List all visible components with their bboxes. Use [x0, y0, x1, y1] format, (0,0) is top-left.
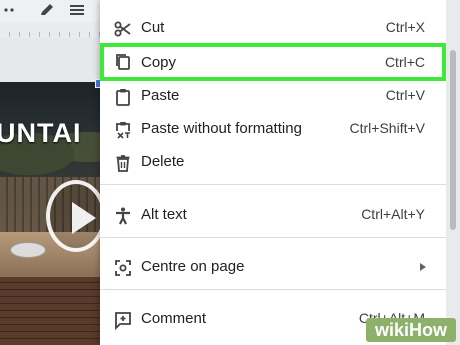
menu-item-cut[interactable]: Cut Ctrl+X [100, 13, 446, 45]
menu-item-label: Copy [141, 54, 177, 71]
context-menu: Cut Ctrl+X Copy Ctrl+C Paste Ctrl+V Past… [100, 0, 446, 345]
menu-item-label: Paste without formatting [141, 120, 302, 137]
menu-divider [100, 289, 446, 290]
menu-item-shortcut: Ctrl+Alt+Y [361, 206, 425, 222]
scissors-icon [113, 19, 133, 39]
pencil-icon[interactable] [38, 2, 56, 18]
watermark-suffix: How [409, 320, 447, 340]
trash-icon [113, 153, 133, 173]
menu-item-label: Delete [141, 153, 185, 170]
menu-item-shortcut: Ctrl+C [384, 54, 425, 70]
menu-item-label: Comment [141, 310, 207, 327]
hot-tub-shape [10, 242, 46, 258]
comment-add-icon [113, 310, 133, 330]
scrollbar-thumb[interactable] [450, 50, 456, 230]
play-icon[interactable] [46, 180, 106, 252]
menu-item-paste-without-formatting[interactable]: Paste without formatting Ctrl+Shift+V [100, 114, 446, 146]
menu-item-copy[interactable]: Copy Ctrl+C [100, 43, 446, 81]
center-focus-icon [113, 258, 133, 278]
thumbnail-banner-text: UNTAI [0, 118, 82, 148]
align-icon[interactable] [68, 2, 86, 18]
menu-item-label: Alt text [141, 206, 187, 223]
scrollbar[interactable] [446, 0, 460, 345]
menu-item-centre-on-page[interactable]: Centre on page [100, 252, 446, 284]
clipboard-clear-icon [113, 120, 133, 140]
wikihow-watermark: wikiHow [366, 318, 456, 342]
copy-icon [113, 52, 133, 72]
more-icon[interactable] [2, 2, 20, 18]
menu-item-shortcut: Ctrl+X [385, 19, 425, 35]
brick-wall-shape [0, 277, 100, 345]
menu-item-label: Paste [141, 87, 180, 104]
menu-item-alt-text[interactable]: Alt text Ctrl+Alt+Y [100, 200, 446, 232]
watermark-prefix: wiki [374, 320, 409, 340]
menu-item-shortcut: Ctrl+V [385, 87, 425, 103]
menu-item-paste[interactable]: Paste Ctrl+V [100, 81, 446, 113]
menu-item-label: Cut [141, 19, 165, 36]
document-margin [0, 38, 100, 82]
submenu-arrow-icon [420, 263, 426, 271]
menu-item-delete[interactable]: Delete [100, 147, 446, 179]
accessibility-icon [113, 206, 133, 226]
menu-item-label: Centre on page [141, 258, 245, 275]
menu-item-shortcut: Ctrl+Shift+V [349, 120, 425, 136]
clipboard-icon [113, 87, 133, 107]
menu-divider [100, 237, 446, 238]
menu-divider [100, 184, 446, 185]
